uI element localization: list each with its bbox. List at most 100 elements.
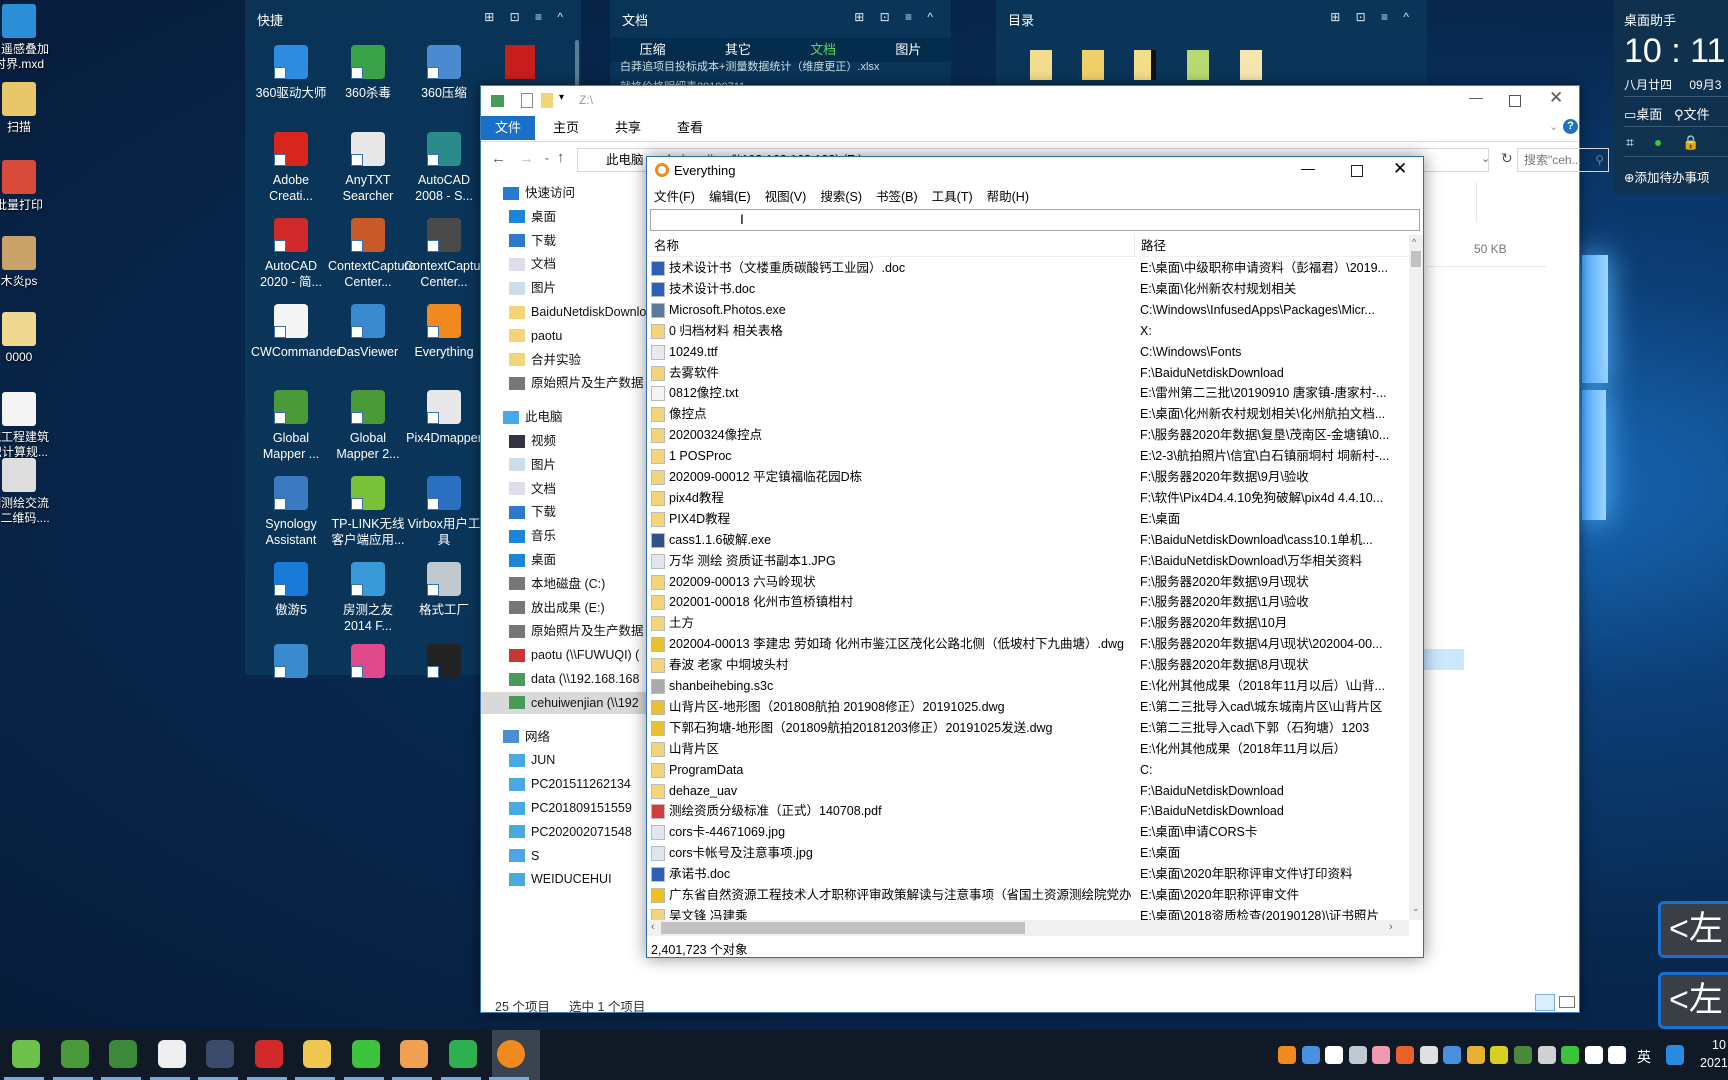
shortcut-icon[interactable]: CWCommander [251, 304, 341, 360]
ribbon-tab[interactable]: 文件 [481, 116, 536, 140]
shortcut-icon[interactable]: 360驱动大师 [251, 45, 331, 101]
shortcut-icon[interactable]: 360压缩 [404, 45, 484, 101]
everything-tray-icon[interactable] [1278, 1046, 1296, 1064]
nav-item[interactable]: 此电脑 [503, 406, 563, 428]
address-dropdown[interactable]: ⌄ [1481, 152, 1490, 165]
column-name[interactable]: 名称 [654, 235, 679, 257]
pdf-app-icon[interactable] [505, 45, 535, 79]
crop-icon[interactable]: ⌗ [1626, 134, 1654, 150]
result-row[interactable]: cors卡帐号及注意事项.jpg E:\桌面 [649, 843, 1409, 864]
shortcut-icon[interactable]: AnyTXT Searcher [328, 132, 408, 204]
nav-item[interactable]: 原始照片及生产数据 [509, 372, 644, 394]
shortcut-icon[interactable]: 房测之友 2014 F... [328, 562, 408, 634]
shortcut-icon[interactable]: AutoCAD 2020 - 简... [251, 218, 331, 290]
folder-icon[interactable] [1240, 50, 1262, 80]
nav-item[interactable]: 图片 [509, 277, 556, 299]
menu-item[interactable]: 视图(V) [765, 190, 807, 204]
result-row[interactable]: 202009-00012 平定镇福临花园D栋 F:\服务器2020年数据\9月\验… [649, 467, 1409, 488]
signal-tray-icon[interactable] [1443, 1046, 1462, 1064]
selected-file-row[interactable] [1421, 649, 1464, 670]
nav-item[interactable]: 桌面 [509, 206, 556, 228]
shortcut-icon[interactable]: ContextCapture Center... [328, 218, 416, 290]
menu-item[interactable]: 搜索(S) [820, 190, 862, 204]
eye-icon[interactable]: ● [1654, 134, 1682, 150]
result-row[interactable]: 10249.ttf C:\Windows\Fonts [649, 342, 1409, 363]
ribbon-tab[interactable]: 共享 [597, 116, 659, 140]
menu-item[interactable]: 书签(B) [876, 190, 918, 204]
close-button[interactable]: ✕ [1549, 88, 1563, 108]
nav-item[interactable]: 文档 [509, 253, 556, 275]
left-nav-button[interactable]: <左 [1658, 972, 1728, 1029]
plus-app-tray-icon[interactable] [1490, 1046, 1509, 1064]
maximize-button[interactable] [1509, 95, 1521, 107]
scroll-down-icon[interactable]: ⌄ [1412, 903, 1420, 914]
flower-tray-icon[interactable] [1372, 1046, 1391, 1064]
cloud-tray-icon[interactable] [1419, 1046, 1438, 1064]
nav-item[interactable]: BaiduNetdiskDownload [509, 301, 647, 323]
result-row[interactable]: pix4d教程 F:\软件\Pix4D4.4.10免狗破解\pix4d 4.4.1… [649, 488, 1409, 509]
result-row[interactable]: cors卡-44671069.jpg E:\桌面\申请CORS卡 [649, 822, 1409, 843]
nav-item[interactable]: 快速访问 [503, 182, 575, 204]
nav-item[interactable]: 音乐 [509, 525, 556, 547]
clock[interactable]: 10 2021- [1700, 1036, 1728, 1072]
menu-item[interactable]: 工具(T) [932, 190, 973, 204]
large-icons-view-button[interactable] [1559, 996, 1575, 1008]
quick-app-tray-icon[interactable] [1666, 1045, 1684, 1065]
shortcut-icon[interactable]: Synology Assistant [251, 476, 331, 548]
nav-item[interactable]: cehuiwenjian (\\192 [481, 691, 647, 714]
search-box[interactable]: 搜索"ceh... ⚲ [1517, 148, 1609, 172]
wechat-taskbar-icon[interactable] [351, 1040, 380, 1068]
result-row[interactable]: 山背片区-地形图（201808航拍 201908修正）20191025.dwg E… [649, 697, 1409, 718]
nav-item[interactable]: 放出成果 (E:) [509, 597, 605, 619]
result-row[interactable]: 202009-00013 六马岭现状 F:\服务器2020年数据\9月\现状 [649, 572, 1409, 593]
left-nav-button[interactable]: <左 [1658, 901, 1728, 958]
nav-item[interactable]: 原始照片及生产数据 [509, 620, 644, 642]
result-row[interactable]: 20200324像控点 F:\服务器2020年数据\复垦\茂南区-金塘镇\0... [649, 425, 1409, 446]
search-input[interactable] [650, 209, 1420, 231]
file-explorer-taskbar-icon[interactable] [303, 1040, 331, 1068]
global-mapper-taskbar-icon[interactable] [60, 1040, 89, 1068]
lock-icon[interactable]: 🔒 [1682, 134, 1719, 150]
shortcut-icon[interactable] [404, 644, 484, 684]
nav-item[interactable]: paotu [509, 325, 562, 347]
result-row[interactable]: 吴文锋 冯建乘 E:\桌面\2018资质检查(20190128)\证书照片 [649, 906, 1409, 920]
result-row[interactable]: 像控点 E:\桌面\化州新农村规划相关\化州航拍文档... [649, 404, 1409, 425]
wechat-tray-icon[interactable] [1561, 1046, 1580, 1064]
properties-icon[interactable] [521, 93, 533, 108]
shortcut-icon[interactable] [328, 644, 408, 684]
result-row[interactable]: 去雾软件 F:\BaiduNetdiskDownload [649, 363, 1409, 384]
folder-icon[interactable] [1187, 50, 1209, 80]
shortcut-icon[interactable]: Pix4Dmapper [404, 390, 484, 446]
minimize-button[interactable]: — [1301, 160, 1315, 176]
new-folder-icon[interactable] [541, 93, 553, 108]
horizontal-scrollbar[interactable]: ‹ › [647, 920, 1409, 936]
nav-item[interactable]: PC201809151559 [509, 797, 632, 819]
nav-item[interactable]: 网络 [503, 726, 550, 748]
virbox-tray-icon[interactable] [1301, 1046, 1320, 1064]
orange-app-taskbar-icon[interactable] [400, 1040, 428, 1068]
scroll-up-icon[interactable]: ^ [1412, 237, 1416, 247]
autocad-taskbar-icon[interactable] [254, 1040, 283, 1068]
details-view-button[interactable] [1535, 994, 1555, 1011]
cass-taskbar-icon[interactable] [157, 1040, 186, 1068]
menu-item[interactable]: 编辑(E) [709, 190, 751, 204]
forward-button[interactable]: → [519, 150, 534, 167]
menu-item[interactable]: 文件(F) [654, 190, 695, 204]
global-mapper-2-taskbar-icon[interactable] [109, 1040, 137, 1068]
result-row[interactable]: 1 POSProc E:\2-3\航拍照片\信宜\白石镇丽垌村 垌新村-... [649, 446, 1409, 467]
satellite-tray-icon[interactable] [1537, 1046, 1556, 1064]
bookmark-tray-icon[interactable] [1325, 1046, 1344, 1064]
everything-taskbar-icon[interactable] [497, 1040, 525, 1068]
nav-item[interactable]: 桌面 [509, 549, 556, 571]
nav-item[interactable]: S [509, 845, 539, 867]
up-button[interactable]: ↑ [557, 149, 565, 166]
panel-controls[interactable]: ⊞ ⊡ ≡ ^ [1330, 10, 1415, 24]
result-row[interactable]: dehaze_uav F:\BaiduNetdiskDownload [649, 781, 1409, 802]
file-search-button[interactable]: ⚲文件 [1674, 107, 1710, 122]
back-button[interactable]: ← [491, 150, 506, 167]
nvidia-tray-icon[interactable] [1514, 1046, 1532, 1064]
nav-item[interactable]: data (\\192.168.168 [509, 668, 639, 690]
quick-access-dropdown[interactable]: ▾ [559, 92, 564, 103]
result-row[interactable]: 山背片区 E:\化州其他成果（2018年11月以后） [649, 739, 1409, 760]
ribbon-expand-icon[interactable]: ⌄ [1549, 120, 1558, 133]
